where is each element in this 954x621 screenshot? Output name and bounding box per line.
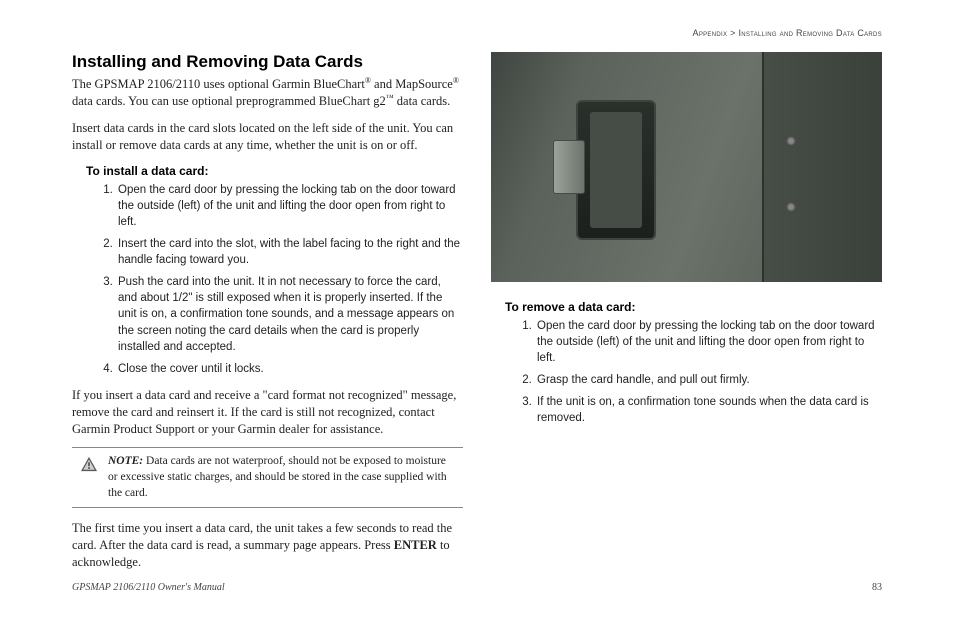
list-item: Close the cover until it locks. [116,361,463,377]
intro-paragraph-1: The GPSMAP 2106/2110 uses optional Garmi… [72,76,463,110]
remove-steps: Open the card door by pressing the locki… [535,318,882,427]
list-item: If the unit is on, a confirmation tone s… [535,394,882,426]
list-item: Insert the card into the slot, with the … [116,236,463,268]
list-item: Grasp the card handle, and pull out firm… [535,372,882,388]
error-paragraph: If you insert a data card and receive a … [72,387,463,438]
list-item: Open the card door by pressing the locki… [116,182,463,230]
intro-paragraph-2: Insert data cards in the card slots loca… [72,120,463,154]
breadcrumb-section: Appendix [693,28,728,38]
right-column: To remove a data card: Open the card doo… [491,52,882,581]
list-item: Push the card into the unit. It in not n… [116,274,463,354]
page-footer: GPSMAP 2106/2110 Owner's Manual 83 [72,582,882,593]
breadcrumb-page: Installing and Removing Data Cards [738,28,882,38]
page-title: Installing and Removing Data Cards [72,52,463,72]
install-heading: To install a data card: [86,164,463,178]
left-column: Installing and Removing Data Cards The G… [72,52,463,581]
warning-icon [80,456,98,472]
footer-manual-title: GPSMAP 2106/2110 Owner's Manual [72,582,225,593]
page-number: 83 [872,582,882,593]
note-box: NOTE: Data cards are not waterproof, sho… [72,447,463,508]
remove-heading: To remove a data card: [505,300,882,314]
first-time-paragraph: The first time you insert a data card, t… [72,520,463,571]
install-steps: Open the card door by pressing the locki… [116,182,463,377]
list-item: Open the card door by pressing the locki… [535,318,882,366]
device-photo [491,52,882,282]
note-text: NOTE: Data cards are not waterproof, sho… [108,454,455,501]
content-columns: Installing and Removing Data Cards The G… [72,52,882,581]
breadcrumb: Appendix > Installing and Removing Data … [72,28,882,38]
